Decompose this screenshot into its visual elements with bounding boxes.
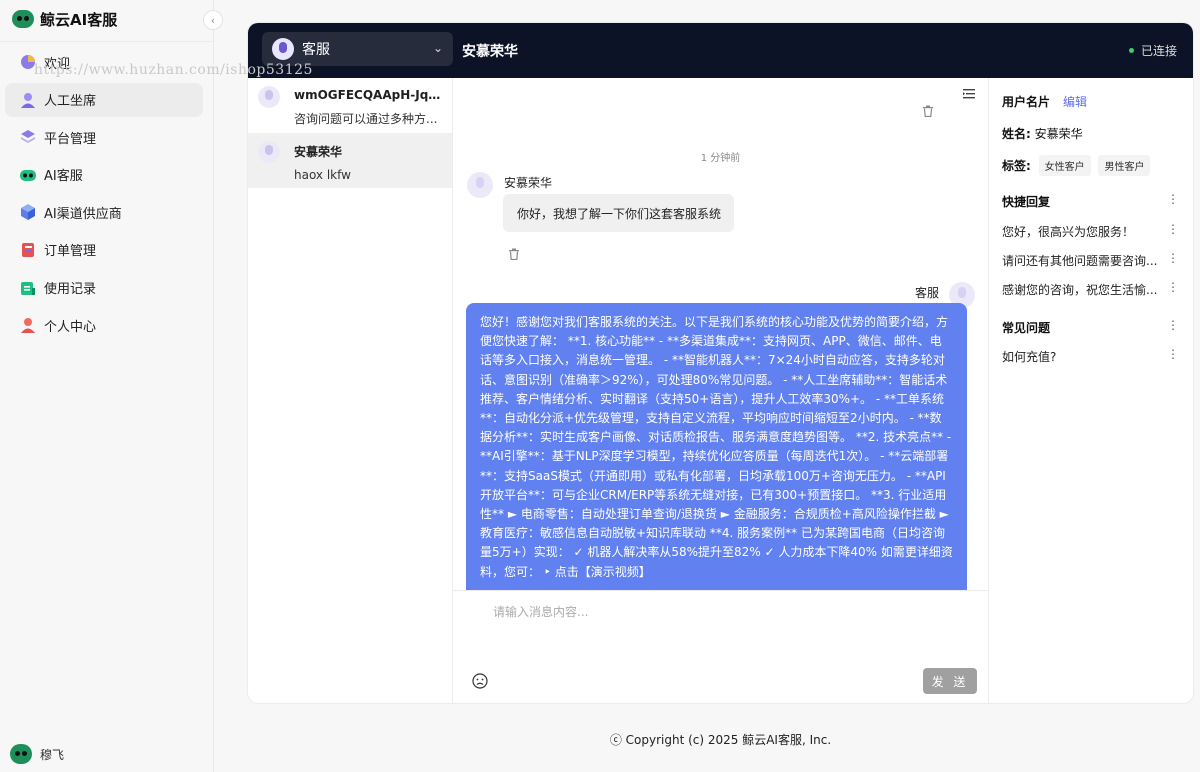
- name-row: 姓名: 安慕荣华: [1002, 125, 1083, 142]
- sidebar-item-label: 欢迎: [44, 56, 71, 72]
- tag-badge: 女性客户: [1038, 155, 1091, 176]
- trash-icon[interactable]: [922, 105, 934, 117]
- sidebar-item-welcome[interactable]: 欢迎: [5, 45, 203, 79]
- edit-button[interactable]: 编辑: [1063, 93, 1087, 110]
- sidebar-nav: 欢迎 人工坐席 平台管理 AI客服 AI渠道供应商 订单管理 使用记录 个人中心: [5, 45, 203, 346]
- sidebar-item-usage[interactable]: 使用记录: [5, 271, 203, 305]
- layers-icon: [21, 130, 35, 144]
- sidebar-item-profile[interactable]: 个人中心: [5, 308, 203, 342]
- avatar: [467, 172, 493, 198]
- app-name: 鲸云AI客服: [40, 10, 118, 29]
- conversation-title: 安慕荣华: [462, 44, 518, 60]
- current-user[interactable]: 穆飞: [10, 744, 64, 764]
- user-center-icon: [21, 318, 35, 334]
- message-composer: 发 送: [453, 590, 988, 703]
- robot-icon: [20, 169, 36, 181]
- more-icon[interactable]: ⋮: [1167, 318, 1179, 332]
- agent-avatar-icon: [272, 38, 294, 60]
- conversation-list: wmOGFECQAApH-Jqh... 咨询问题可以通过多种方... 安慕荣华 …: [248, 78, 453, 703]
- sender-name: 客服: [915, 286, 940, 300]
- tags-label: 标签:: [1002, 159, 1031, 173]
- quick-reply-item[interactable]: 感谢您的咨询，祝您生活愉...: [1002, 281, 1172, 298]
- tags-row: 标签: 女性客户 男性客户: [1002, 155, 1151, 176]
- footer-copyright: ⓒ Copyright (c) 2025 鲸云AI客服, Inc.: [609, 733, 832, 747]
- sidebar-item-label: 使用记录: [44, 282, 97, 298]
- list-menu-icon[interactable]: [960, 86, 978, 102]
- more-icon[interactable]: ⋮: [1167, 192, 1179, 206]
- collapse-sidebar-button[interactable]: ‹: [203, 10, 223, 30]
- agent-message-bubble: 您好！感谢您对我们客服系统的关注。以下是我们系统的核心功能及优势的简要介绍，方便…: [466, 303, 967, 590]
- avatar: [258, 86, 280, 108]
- status-text: 已连接: [1140, 44, 1177, 58]
- quick-reply-title: 快捷回复: [1002, 195, 1051, 209]
- user-card-title: 用户名片: [1002, 95, 1051, 109]
- conversation-preview: 咨询问题可以通过多种方...: [294, 112, 438, 126]
- more-icon[interactable]: ⋮: [1167, 280, 1179, 294]
- message-input[interactable]: [493, 601, 953, 623]
- more-icon[interactable]: ⋮: [1167, 222, 1179, 236]
- more-icon[interactable]: ⋮: [1167, 251, 1179, 265]
- chevron-down-icon: ⌄: [432, 41, 443, 55]
- sidebar-item-label: AI客服: [44, 169, 83, 185]
- order-icon: [22, 242, 34, 257]
- sidebar-item-label: AI渠道供应商: [44, 206, 122, 222]
- sidebar-item-ai-supplier[interactable]: AI渠道供应商: [5, 195, 203, 229]
- avatar: [10, 744, 32, 764]
- status-dot-icon: [1128, 48, 1134, 53]
- chat-header: 客服 ⌄ 安慕荣华 已连接: [248, 23, 1193, 78]
- record-icon: [21, 281, 35, 295]
- sidebar: 鲸云AI客服 欢迎 人工坐席 平台管理 AI客服 AI渠道供应商 订单管理 使用…: [0, 0, 214, 772]
- pie-chart-icon: [21, 55, 35, 69]
- sidebar-item-label: 人工坐席: [44, 94, 97, 110]
- user-name: 穆飞: [40, 747, 65, 762]
- agent-label: 客服: [302, 42, 330, 58]
- sender-name: 安慕荣华: [504, 176, 553, 190]
- user-card-panel: 用户名片 编辑 姓名: 安慕荣华 标签: 女性客户 男性客户 快捷回复 ⋮ 您好…: [988, 78, 1193, 703]
- person-icon: [21, 92, 35, 108]
- conversation-item[interactable]: wmOGFECQAApH-Jqh... 咨询问题可以通过多种方...: [248, 78, 452, 133]
- chat-messages: 1 分钟前 安慕荣华 你好，我想了解一下你们这套客服系统 客服 您好！感谢您对我…: [453, 78, 988, 590]
- user-message-bubble: 你好，我想了解一下你们这套客服系统: [503, 194, 734, 232]
- more-icon[interactable]: ⋮: [1167, 347, 1179, 361]
- sidebar-item-label: 平台管理: [44, 131, 97, 147]
- main-panel: 客服 ⌄ 安慕荣华 已连接 wmOGFECQAApH-Jqh... 咨询问题可以…: [248, 23, 1193, 703]
- conversation-item[interactable]: 安慕荣华 haox lkfw: [248, 133, 452, 188]
- name-label: 姓名:: [1002, 127, 1031, 141]
- brand-divider: [0, 41, 214, 42]
- sidebar-item-orders[interactable]: 订单管理: [5, 233, 203, 267]
- conversation-preview: haox lkfw: [294, 168, 351, 182]
- conversation-name: wmOGFECQAApH-Jqh...: [294, 88, 444, 102]
- tag-badge: 男性客户: [1098, 155, 1151, 176]
- agent-selector[interactable]: 客服 ⌄: [262, 32, 453, 66]
- name-value: 安慕荣华: [1034, 127, 1083, 141]
- cube-icon: [21, 204, 35, 221]
- emoji-icon[interactable]: [472, 673, 488, 689]
- trash-icon[interactable]: [508, 248, 520, 260]
- brand: 鲸云AI客服: [12, 8, 117, 30]
- connection-status: 已连接: [1128, 42, 1177, 59]
- message-timestamp: 1 分钟前: [700, 153, 741, 164]
- quick-reply-item[interactable]: 您好，很高兴为您服务！: [1002, 223, 1172, 240]
- sidebar-item-label: 订单管理: [44, 244, 97, 260]
- quick-reply-item[interactable]: 请问还有其他问题需要咨询...: [1002, 252, 1172, 269]
- logo-icon: [12, 10, 34, 28]
- sidebar-item-label: 个人中心: [44, 319, 97, 335]
- faq-title: 常见问题: [1002, 321, 1051, 335]
- conversation-name: 安慕荣华: [294, 145, 343, 159]
- avatar: [258, 141, 280, 163]
- send-button[interactable]: 发 送: [923, 668, 977, 694]
- sidebar-item-platform[interactable]: 平台管理: [5, 120, 203, 154]
- sidebar-item-ai-service[interactable]: AI客服: [5, 158, 203, 192]
- sidebar-item-agent-seat[interactable]: 人工坐席: [5, 82, 203, 117]
- faq-item[interactable]: 如何充值?: [1002, 348, 1172, 365]
